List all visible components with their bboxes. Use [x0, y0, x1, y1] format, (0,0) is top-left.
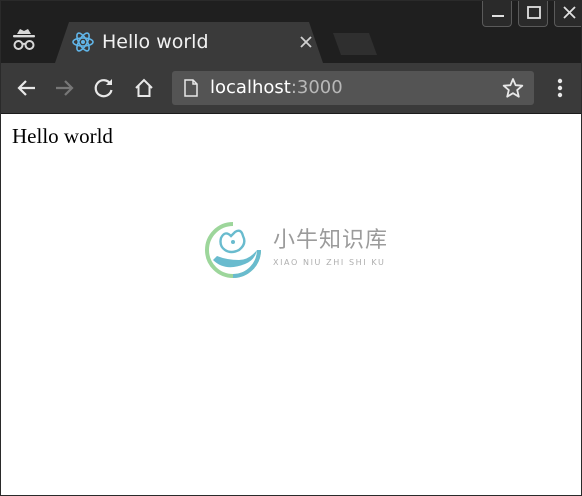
address-bar[interactable]: localhost:3000	[172, 71, 534, 105]
url-port: :3000	[290, 77, 343, 98]
tab-strip: Hello world	[1, 1, 581, 63]
page-content: Hello world 小牛知识库 XIAO NIU ZHI SHI KU	[1, 114, 581, 495]
close-window-button[interactable]	[554, 1, 581, 27]
star-icon[interactable]	[502, 77, 524, 99]
browser-window: Hello world localhost:3000 Hello world 小…	[0, 0, 582, 496]
close-icon[interactable]	[298, 34, 314, 50]
kebab-menu-icon[interactable]	[550, 76, 570, 100]
new-tab-icon[interactable]	[333, 33, 377, 55]
maximize-button[interactable]	[518, 1, 548, 27]
watermark-text-en: XIAO NIU ZHI SHI KU	[273, 258, 386, 267]
url-host: localhost	[210, 77, 291, 98]
tab-title: Hello world	[102, 31, 209, 53]
forward-arrow-icon[interactable]	[54, 77, 76, 99]
watermark: 小牛知识库 XIAO NIU ZHI SHI KU	[201, 218, 391, 284]
back-arrow-icon[interactable]	[15, 77, 37, 99]
browser-toolbar: localhost:3000	[1, 63, 581, 114]
incognito-icon	[10, 28, 38, 54]
watermark-text-cn: 小牛知识库	[273, 228, 389, 253]
page-body-text: Hello world	[12, 124, 113, 148]
home-icon[interactable]	[133, 77, 155, 99]
watermark-logo-icon	[203, 220, 263, 280]
tab-active[interactable]: Hello world	[55, 22, 323, 63]
reload-icon[interactable]	[93, 77, 115, 99]
minimize-button[interactable]	[482, 1, 512, 27]
url-text: localhost:3000	[210, 77, 343, 99]
react-atom-icon	[72, 32, 94, 52]
page-icon	[184, 79, 198, 97]
